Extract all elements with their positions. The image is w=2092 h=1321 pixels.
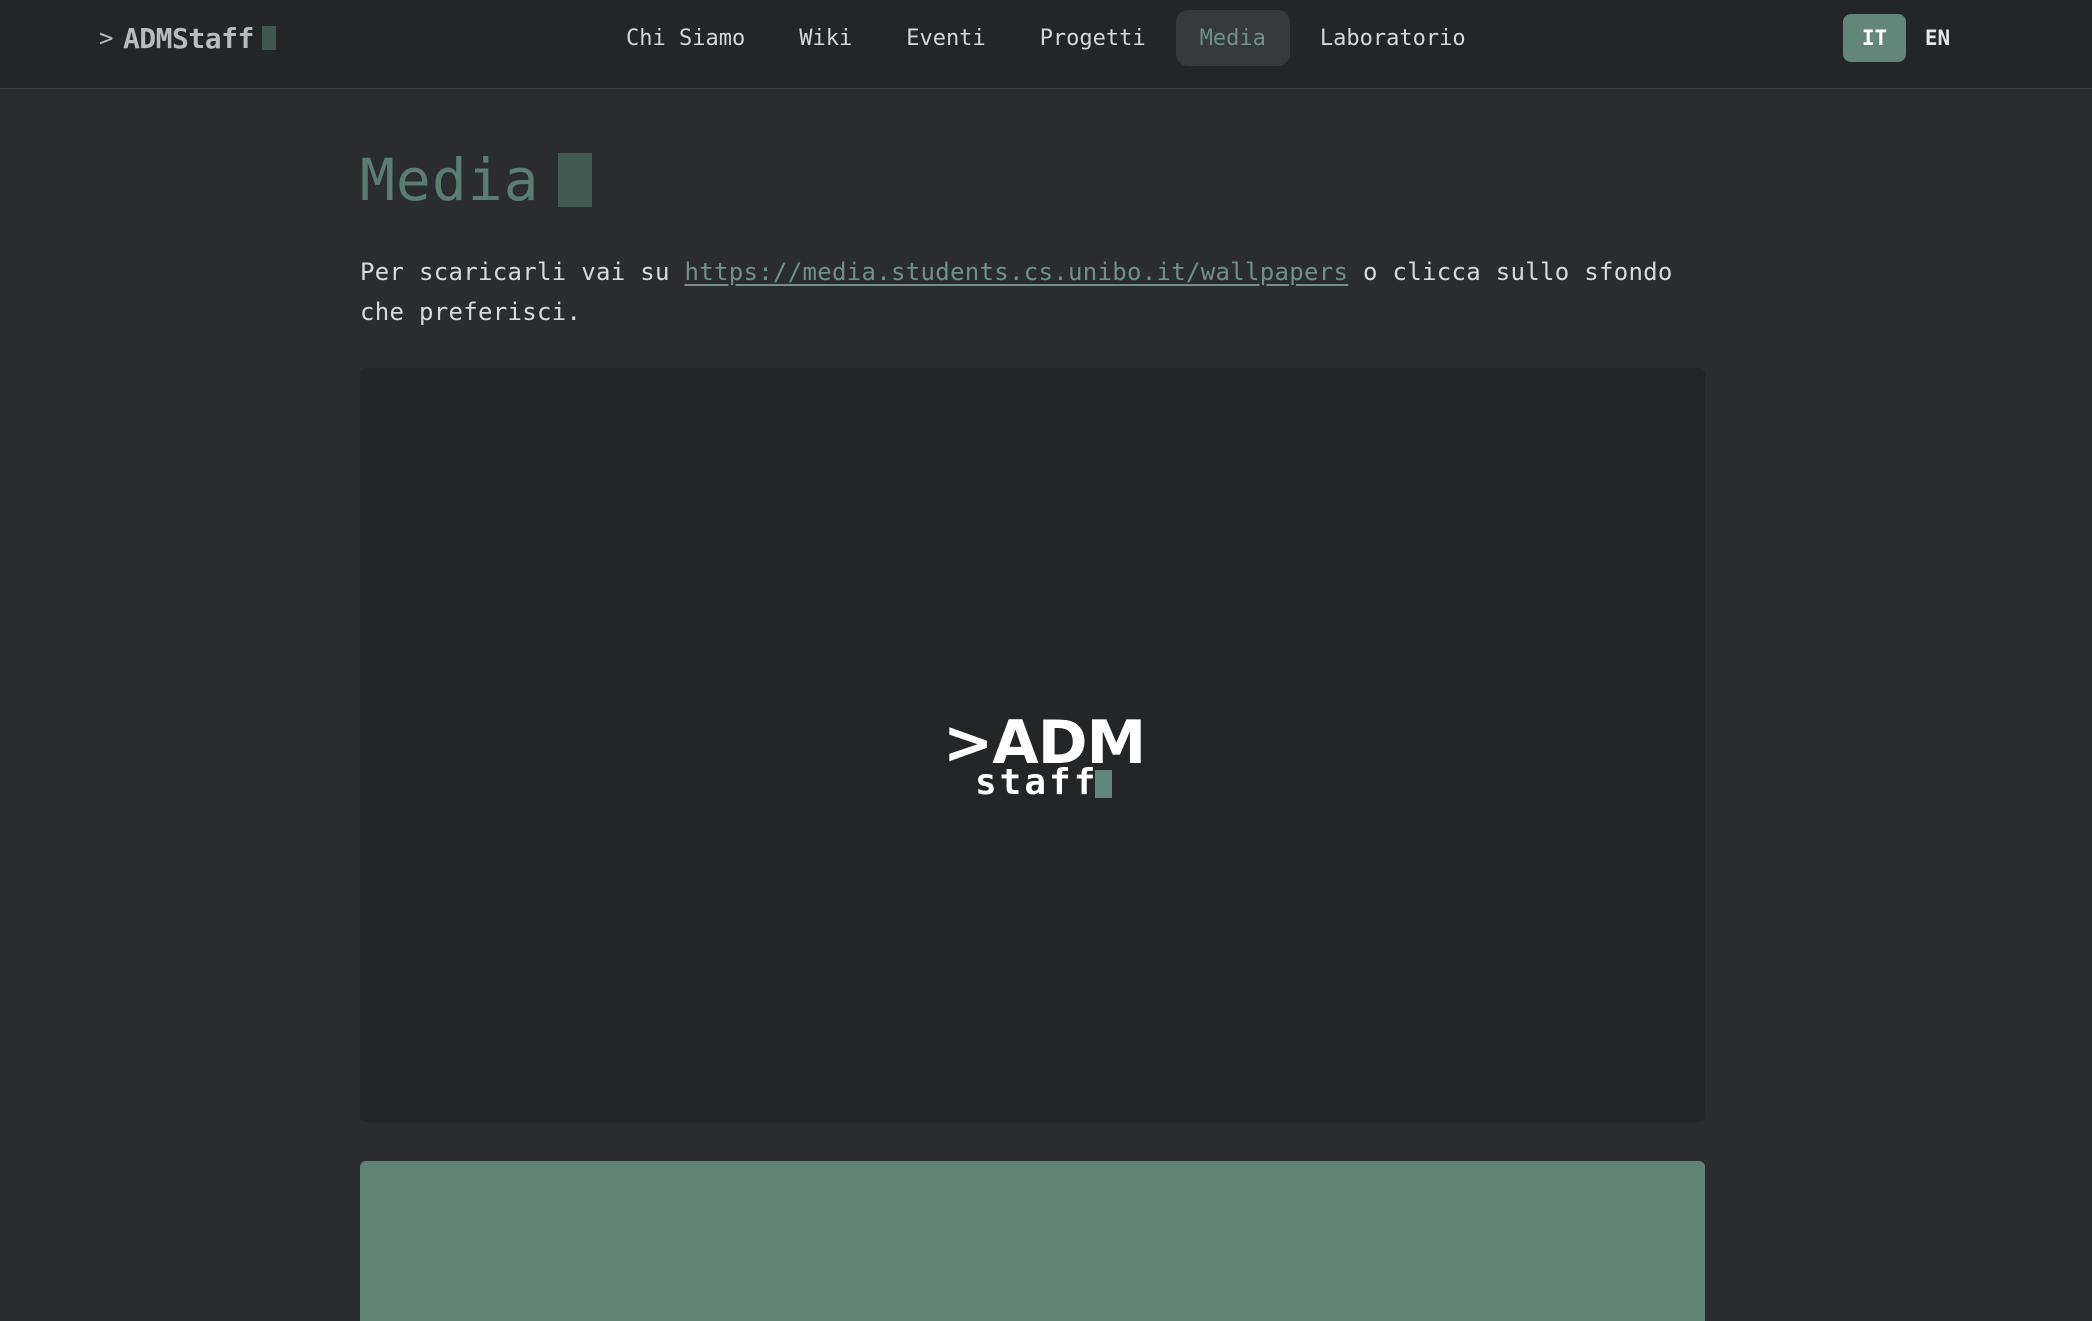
nav-media[interactable]: Media (1175, 10, 1290, 66)
logo-staff-text: staff (975, 762, 1099, 803)
main-nav: Chi Siamo Wiki Eventi Progetti Media Lab… (602, 10, 1496, 66)
logo-cursor-icon (1095, 770, 1112, 798)
top-navbar: > ADMStaff Chi Siamo Wiki Eventi Progett… (0, 0, 2092, 89)
wallpapers-link[interactable]: https://media.students.cs.unibo.it/wallp… (684, 258, 1348, 286)
page-title-text: Media (360, 146, 540, 214)
terminal-cursor-icon (557, 153, 592, 207)
nav-progetti[interactable]: Progetti (1016, 10, 1170, 66)
nav-wiki[interactable]: Wiki (775, 10, 876, 66)
nav-chi-siamo[interactable]: Chi Siamo (602, 10, 769, 66)
nav-eventi[interactable]: Eventi (882, 10, 1009, 66)
intro-text-before: Per scaricarli vai su (360, 258, 685, 286)
language-en-button[interactable]: EN (1906, 14, 1969, 62)
brand-name: ADMStaff (122, 21, 254, 55)
language-switcher: IT EN (1843, 14, 1969, 62)
wallpaper-card-dark[interactable]: >ADM staff (360, 368, 1705, 1122)
adm-staff-logo: >ADM staff (943, 713, 1146, 803)
language-it-button[interactable]: IT (1843, 14, 1906, 62)
intro-paragraph: Per scaricarli vai su https://media.stud… (360, 252, 1705, 332)
main-content: Media Per scaricarli vai su https://medi… (360, 90, 1705, 1321)
brand-logo-link[interactable]: > ADMStaff (99, 21, 276, 55)
terminal-cursor-icon (261, 26, 276, 50)
nav-laboratorio[interactable]: Laboratorio (1296, 10, 1490, 66)
wallpaper-card-green[interactable] (360, 1161, 1705, 1321)
prompt-icon: > (99, 24, 113, 52)
page-title: Media (360, 140, 1705, 220)
